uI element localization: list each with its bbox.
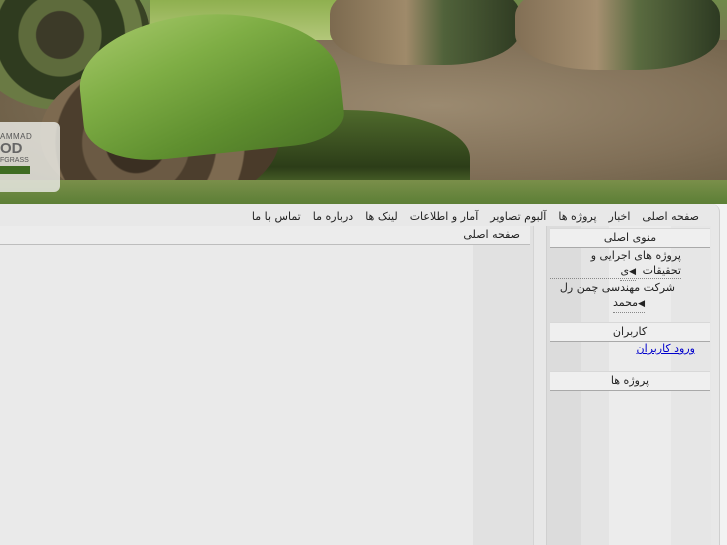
arrow-left-icon: ◀ (638, 299, 645, 309)
nav-photo-album[interactable]: آلبوم تصاویر (490, 210, 546, 223)
main-content: صفحه اصلی (0, 226, 534, 545)
user-login-link[interactable]: ورود کاربران (637, 342, 696, 355)
sidebar-item-company-cont[interactable]: محمد◀ (612, 295, 645, 313)
nav-home[interactable]: صفحه اصلی (642, 210, 699, 223)
main-menu-title: منوی اصلی (603, 231, 657, 244)
sidebar-item-projects-research[interactable]: پروژه های اجرایی و تحقیقات (550, 248, 681, 279)
logo-mark (0, 166, 30, 174)
banner-grass-strip (0, 180, 727, 204)
sidebar-item-label: محمد (612, 296, 639, 309)
nav-links[interactable]: لینک ها (365, 210, 397, 223)
content-header: صفحه اصلی (0, 226, 530, 245)
sidebar: منوی اصلی پروژه های اجرایی و تحقیقات ی◀ … (546, 226, 711, 545)
company-logo: AMMAD OD FGRASS (0, 122, 60, 192)
sidebar-item-label: ی (620, 264, 630, 277)
page-title: صفحه اصلی (463, 228, 520, 241)
content-shade (473, 226, 533, 545)
users-header: کاربران (550, 322, 710, 342)
nav-about[interactable]: درباره ما (313, 210, 353, 223)
nav-contact[interactable]: تماس با ما (252, 210, 301, 223)
logo-text: FGRASS (0, 157, 29, 164)
arrow-left-icon: ◀ (629, 267, 636, 277)
nav-projects[interactable]: پروژه ها (558, 210, 596, 223)
sidebar-item-label: شرکت مهندسی چمن رل (559, 281, 675, 294)
nav-news[interactable]: اخبار (609, 210, 631, 223)
users-title: کاربران (612, 325, 648, 338)
logo-text: OD (0, 140, 23, 157)
header-banner: AMMAD OD FGRASS (0, 0, 727, 204)
sidebar-item-projects-research-cont[interactable]: ی◀ (620, 263, 636, 281)
banner-sod-roll (515, 0, 720, 70)
projects-title: پروژه ها (610, 374, 650, 387)
main-menu-header: منوی اصلی (550, 228, 710, 248)
sidebar-item-company[interactable]: شرکت مهندسی چمن رل (560, 280, 675, 295)
top-navigation: صفحه اصلی اخبار پروژه ها آلبوم تصاویر آم… (252, 207, 699, 225)
nav-statistics[interactable]: آمار و اطلاعات (410, 210, 479, 223)
page-frame: صفحه اصلی اخبار پروژه ها آلبوم تصاویر آم… (0, 204, 720, 545)
banner-sod-roll (330, 0, 520, 65)
projects-header: پروژه ها (550, 371, 710, 391)
